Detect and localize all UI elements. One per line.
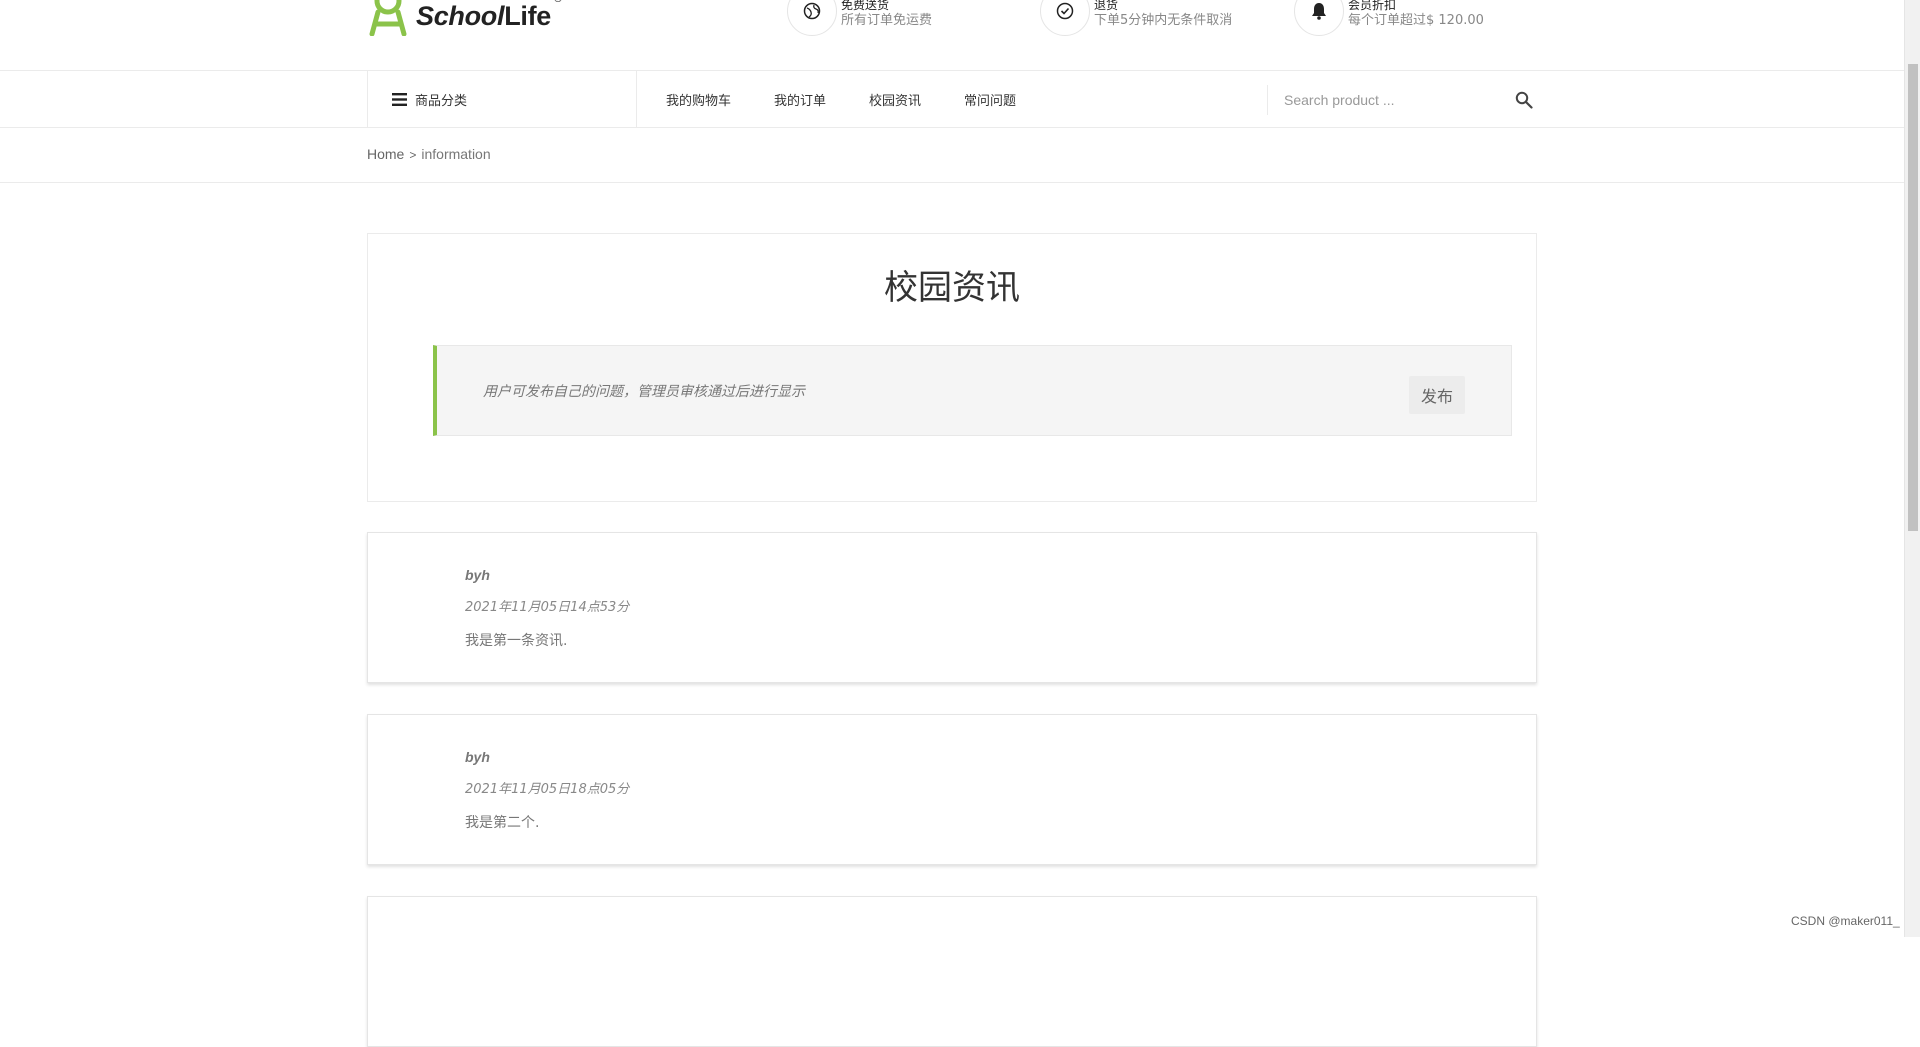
category-menu-label: 商品分类	[415, 94, 468, 109]
category-menu-button[interactable]: 商品分类	[367, 71, 637, 128]
news-post: byh 2021年11月05日14点53分 我是第一条资讯.	[367, 532, 1537, 683]
scrollbar-thumb[interactable]	[1908, 64, 1918, 531]
breadcrumb: Home > information	[367, 146, 491, 162]
breadcrumb-home-link[interactable]: Home	[367, 146, 404, 162]
promo-title: 会员折扣	[1348, 0, 1397, 12]
post-time: 2021年11月05日14点53分	[465, 600, 630, 615]
logo-registered-mark: ®	[553, 0, 563, 5]
watermark: CSDN @maker011_	[1791, 914, 1900, 928]
breadcrumb-current: information	[421, 146, 491, 162]
search-input[interactable]	[1284, 87, 1494, 113]
news-header-panel: 校园资讯 用户可发布自己的问题，管理员审核通过后进行显示 发布	[367, 233, 1537, 502]
bell-icon	[1294, 0, 1344, 36]
post-author: byh	[465, 567, 490, 583]
page-title: 校园资讯	[884, 268, 1020, 308]
promo-desc: 每个订单超过$ 120.00	[1348, 13, 1484, 28]
nav-menu: 我的购物车 我的订单 校园资讯 常问问题	[666, 71, 1059, 128]
promo-title: 退货	[1094, 0, 1119, 12]
search-box	[1267, 85, 1537, 115]
post-content: 我是第一条资讯.	[465, 633, 568, 649]
promo-returns: 退货 下单5分钟内无条件取消	[1040, 0, 1232, 36]
post-content: 我是第二个.	[465, 815, 540, 831]
promo-title: 免费送货	[841, 0, 890, 12]
news-post	[367, 896, 1537, 1047]
page-scrollbar[interactable]	[1904, 0, 1920, 937]
notice-text: 用户可发布自己的问题，管理员审核通过后进行显示	[483, 384, 805, 400]
top-header: SchoolLife ® 免费送货 所有订单免运费 退货 下单5分钟内无条件取消…	[0, 0, 1904, 71]
promo-member-discount: 会员折扣 每个订单超过$ 120.00	[1294, 0, 1484, 36]
news-post: byh 2021年11月05日18点05分 我是第二个.	[367, 714, 1537, 865]
logo-mark-icon	[369, 0, 407, 36]
nav-link-news[interactable]: 校园资讯	[869, 90, 921, 109]
breadcrumb-bar: Home > information	[0, 128, 1904, 183]
search-icon[interactable]	[1515, 91, 1533, 113]
breadcrumb-separator: >	[409, 148, 417, 162]
nav-link-cart[interactable]: 我的购物车	[666, 90, 731, 109]
publish-button[interactable]: 发布	[1409, 376, 1465, 414]
check-circle-icon	[1040, 0, 1090, 36]
hamburger-icon	[392, 93, 407, 106]
promo-desc: 所有订单免运费	[841, 13, 933, 28]
publish-notice: 用户可发布自己的问题，管理员审核通过后进行显示 发布	[433, 345, 1512, 436]
promo-free-shipping: 免费送货 所有订单免运费	[787, 0, 932, 36]
promo-desc: 下单5分钟内无条件取消	[1094, 13, 1233, 28]
post-author: byh	[465, 749, 490, 765]
main-nav: 商品分类 我的购物车 我的订单 校园资讯 常问问题	[0, 71, 1904, 128]
logo-text: SchoolLife	[416, 0, 552, 31]
nav-link-faq[interactable]: 常问问题	[964, 90, 1016, 109]
site-logo[interactable]: SchoolLife ®	[366, 0, 563, 36]
nav-link-orders[interactable]: 我的订单	[774, 90, 826, 109]
post-time: 2021年11月05日18点05分	[465, 782, 630, 797]
globe-icon	[787, 0, 837, 36]
